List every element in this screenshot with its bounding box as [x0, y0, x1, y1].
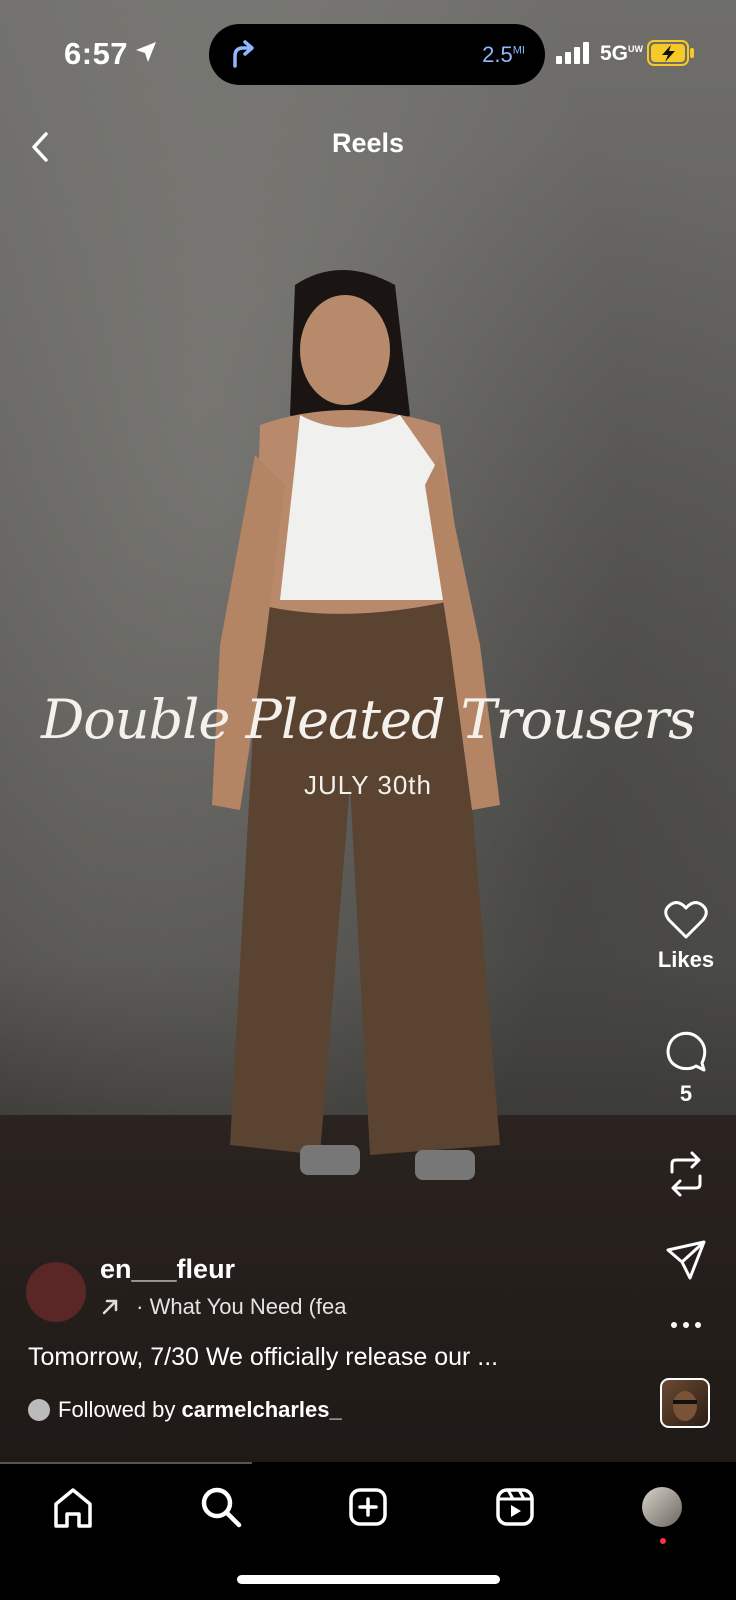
- like-button[interactable]: Likes: [636, 900, 736, 973]
- tab-home[interactable]: [48, 1482, 98, 1532]
- arrow-up-right-icon: [102, 1299, 118, 1315]
- status-bar: 6:57 2.5MI 5GUW: [0, 0, 736, 100]
- post-caption[interactable]: Tomorrow, 7/30 We officially release our…: [28, 1343, 498, 1372]
- followed-by-user: carmelcharles_: [181, 1397, 342, 1422]
- page-title: Reels: [331, 128, 405, 158]
- followed-by-prefix: Followed by: [58, 1397, 182, 1422]
- reel-overlay-title: Double Pleated Trousers: [40, 688, 696, 751]
- audio-track-label: · What You Need (fea: [136, 1294, 347, 1319]
- share-button[interactable]: [636, 1238, 736, 1287]
- reels-icon: [496, 1488, 534, 1526]
- home-icon: [54, 1488, 92, 1528]
- heart-icon: [664, 901, 708, 939]
- tab-profile[interactable]: [637, 1482, 687, 1544]
- more-options-button[interactable]: [636, 1318, 736, 1336]
- plus-square-icon: [349, 1488, 387, 1526]
- cellular-signal-icon: [556, 42, 589, 64]
- more-icon: [671, 1322, 701, 1328]
- home-indicator[interactable]: [237, 1575, 500, 1584]
- tab-create[interactable]: [343, 1482, 393, 1532]
- navigation-distance: 2.5MI: [482, 42, 525, 67]
- audio-thumbnail[interactable]: [660, 1378, 710, 1428]
- notification-dot: [660, 1538, 666, 1544]
- navigation-arrow-icon: [233, 40, 254, 68]
- tab-bar-divider: [0, 1462, 252, 1464]
- reel-overlay-date: JULY 30th: [303, 770, 432, 800]
- bottom-tab-bar: [0, 1462, 736, 1600]
- search-icon: [201, 1487, 242, 1528]
- comment-icon: [666, 1031, 707, 1072]
- tab-reels[interactable]: [490, 1482, 540, 1532]
- likes-label: Likes: [657, 947, 715, 972]
- avatar[interactable]: [26, 1262, 86, 1322]
- follower-avatar: [28, 1399, 50, 1421]
- comment-button[interactable]: 5: [636, 1030, 736, 1107]
- followed-by[interactable]: Followed by carmelcharles_: [28, 1397, 342, 1423]
- tab-search[interactable]: [196, 1482, 246, 1532]
- battery-charging-icon: [647, 40, 694, 66]
- reels-header: Reels: [0, 120, 736, 170]
- username[interactable]: en___fleur: [100, 1254, 235, 1285]
- location-arrow-icon: [136, 42, 156, 62]
- comments-count: 5: [679, 1081, 693, 1106]
- send-icon: [666, 1240, 706, 1280]
- network-type: 5GUW: [600, 42, 644, 65]
- repost-icon: [670, 1151, 702, 1197]
- dynamic-island[interactable]: 2.5MI: [209, 24, 545, 85]
- avatar: [642, 1487, 682, 1527]
- audio-track[interactable]: · What You Need (fea: [100, 1294, 400, 1320]
- status-time: 6:57: [64, 36, 129, 71]
- repost-button[interactable]: [636, 1150, 736, 1203]
- audio-thumbnail-image: [673, 1391, 697, 1421]
